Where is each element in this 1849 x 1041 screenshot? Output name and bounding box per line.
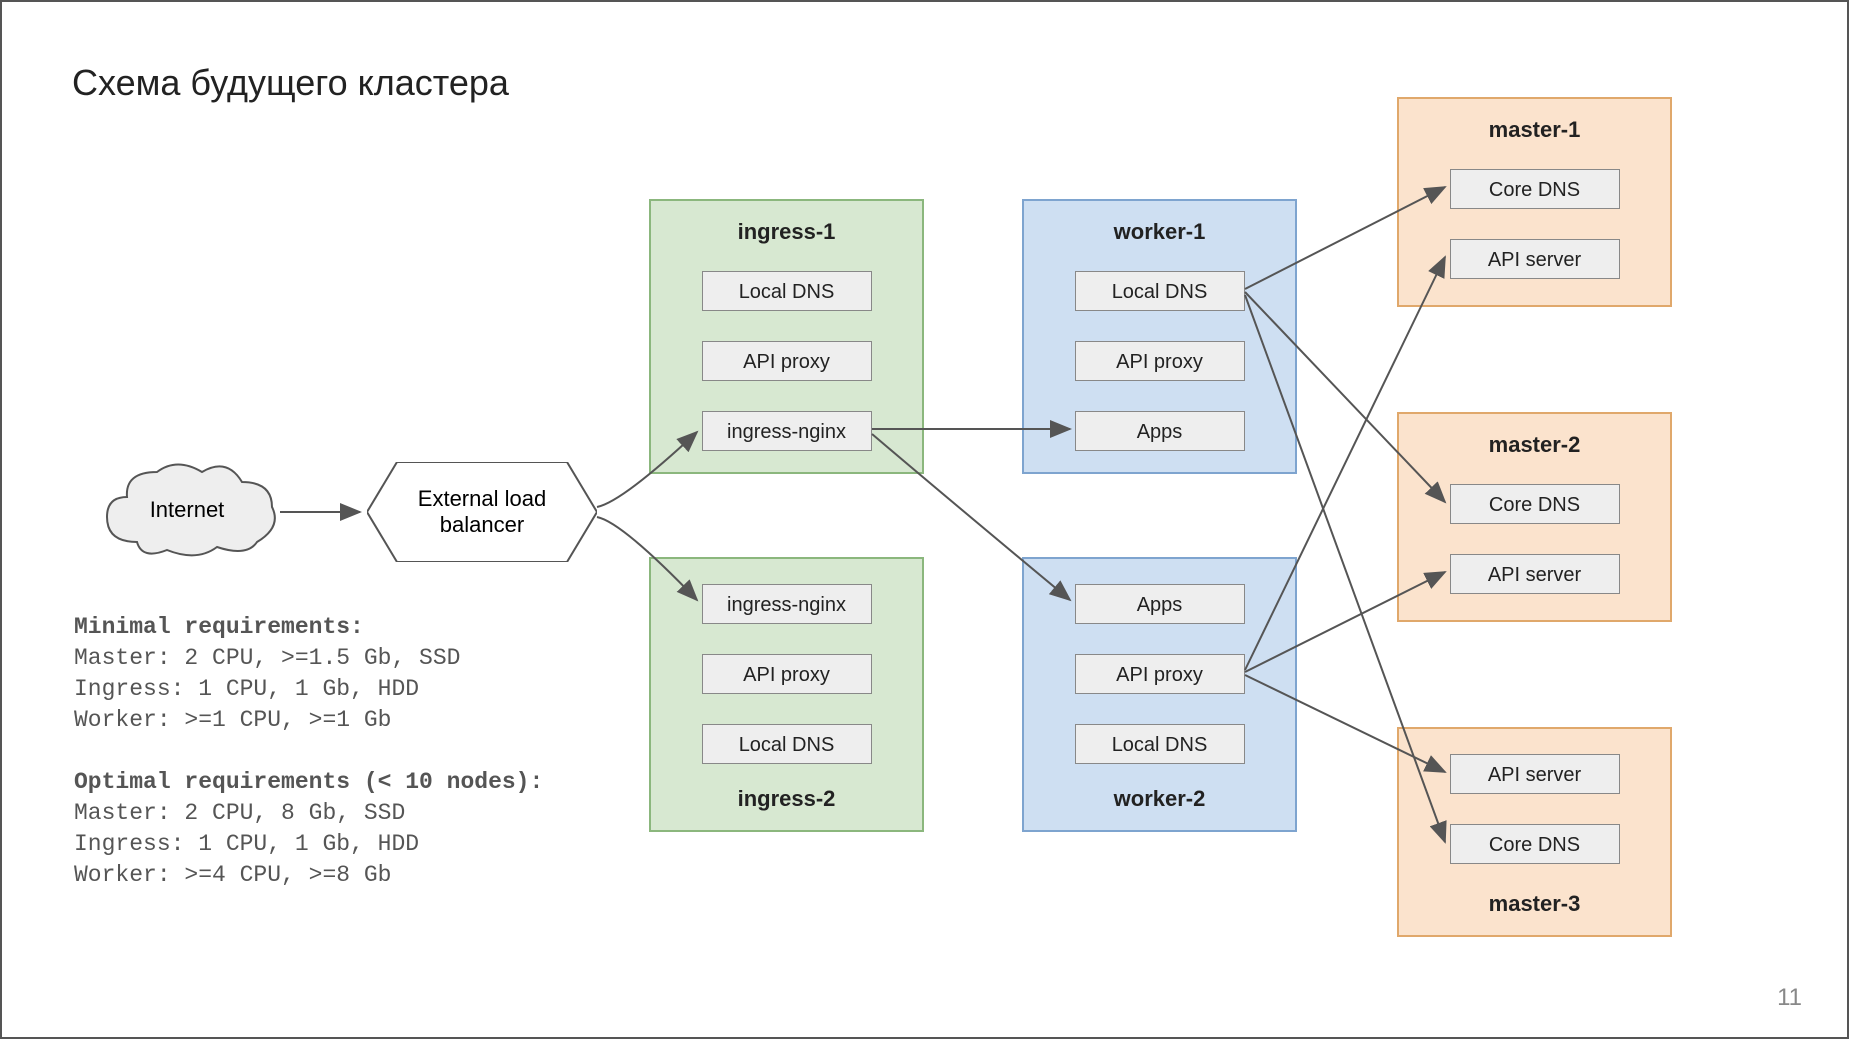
worker-1-local-dns: Local DNS <box>1075 271 1245 311</box>
master-2-title: master-2 <box>1399 432 1670 458</box>
master-3-group: API server Core DNS master-3 <box>1397 727 1672 937</box>
master-2-api-server: API server <box>1450 554 1620 594</box>
ingress-2-group: ingress-nginx API proxy Local DNS ingres… <box>649 557 924 832</box>
ingress-2-api-proxy: API proxy <box>702 654 872 694</box>
master-2-group: master-2 Core DNS API server <box>1397 412 1672 622</box>
worker-2-apps: Apps <box>1075 584 1245 624</box>
page-number: 11 <box>1777 984 1802 1012</box>
ingress-1-api-proxy: API proxy <box>702 341 872 381</box>
worker-2-group: Apps API proxy Local DNS worker-2 <box>1022 557 1297 832</box>
ingress-1-ingress-nginx: ingress-nginx <box>702 411 872 451</box>
min-line-2: Ingress: 1 CPU, 1 Gb, HDD <box>74 676 419 702</box>
internet-label: Internet <box>87 497 287 523</box>
internet-cloud: Internet <box>87 452 287 572</box>
master-1-group: master-1 Core DNS API server <box>1397 97 1672 307</box>
worker-1-title: worker-1 <box>1024 219 1295 245</box>
ingress-1-title: ingress-1 <box>651 219 922 245</box>
worker-1-apps: Apps <box>1075 411 1245 451</box>
master-1-core-dns: Core DNS <box>1450 169 1620 209</box>
load-balancer: External load balancer <box>367 462 597 562</box>
opt-line-1: Master: 2 CPU, 8 Gb, SSD <box>74 800 405 826</box>
worker-1-group: worker-1 Local DNS API proxy Apps <box>1022 199 1297 474</box>
opt-line-3: Worker: >=4 CPU, >=8 Gb <box>74 862 391 888</box>
master-1-title: master-1 <box>1399 117 1670 143</box>
master-2-core-dns: Core DNS <box>1450 484 1620 524</box>
requirements-block: Minimal requirements: Master: 2 CPU, >=1… <box>74 612 543 891</box>
worker-1-api-proxy: API proxy <box>1075 341 1245 381</box>
worker-2-local-dns: Local DNS <box>1075 724 1245 764</box>
worker-2-title: worker-2 <box>1024 786 1295 812</box>
minimal-header: Minimal requirements: <box>74 614 364 640</box>
ingress-2-ingress-nginx: ingress-nginx <box>702 584 872 624</box>
ingress-2-local-dns: Local DNS <box>702 724 872 764</box>
min-line-1: Master: 2 CPU, >=1.5 Gb, SSD <box>74 645 460 671</box>
master-1-api-server: API server <box>1450 239 1620 279</box>
master-3-title: master-3 <box>1399 891 1670 917</box>
slide-title: Схема будущего кластера <box>72 62 509 104</box>
optimal-header: Optimal requirements (< 10 nodes): <box>74 769 543 795</box>
lb-label: External load balancer <box>367 486 597 539</box>
slide: Схема будущего кластера Internet Externa… <box>0 0 1849 1039</box>
ingress-1-group: ingress-1 Local DNS API proxy ingress-ng… <box>649 199 924 474</box>
master-3-core-dns: Core DNS <box>1450 824 1620 864</box>
min-line-3: Worker: >=1 CPU, >=1 Gb <box>74 707 391 733</box>
master-3-api-server: API server <box>1450 754 1620 794</box>
opt-line-2: Ingress: 1 CPU, 1 Gb, HDD <box>74 831 419 857</box>
ingress-2-title: ingress-2 <box>651 786 922 812</box>
worker-2-api-proxy: API proxy <box>1075 654 1245 694</box>
ingress-1-local-dns: Local DNS <box>702 271 872 311</box>
